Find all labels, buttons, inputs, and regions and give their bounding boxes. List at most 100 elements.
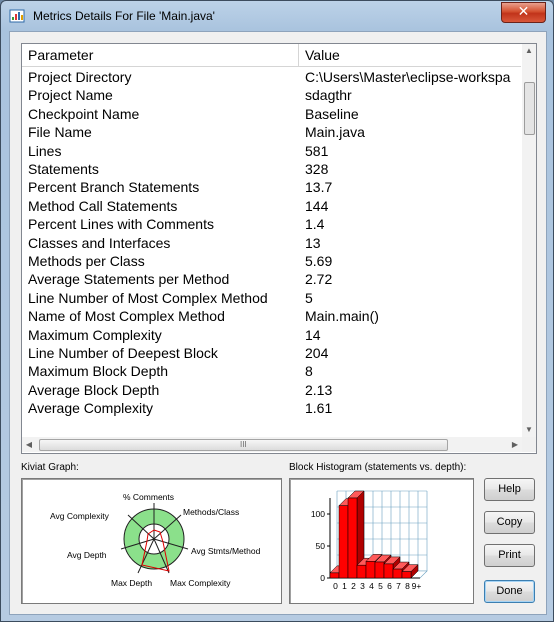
kiviat-graph-label: Kiviat Graph: [21, 462, 79, 473]
table-row[interactable]: Name of Most Complex Method Main.main() [22, 307, 521, 325]
value-cell: 1.4 [305, 216, 325, 233]
bar [338, 505, 349, 579]
y-tick-label: 0 [320, 573, 325, 583]
table-row[interactable]: Maximum Block Depth 8 [22, 362, 521, 380]
value-cell: 1.61 [305, 400, 333, 417]
block-histogram-label: Block Histogram (statements vs. depth): [289, 462, 467, 473]
print-button[interactable]: Print [484, 544, 535, 567]
horizontal-scroll-thumb[interactable]: III [39, 439, 448, 451]
x-tick-label: 3 [360, 581, 365, 591]
table-row[interactable]: Project Directory C:\Users\Master\eclipse… [22, 68, 521, 86]
axis-label-avg-depth: Avg Depth [67, 550, 107, 560]
table-row[interactable]: Statements 328 [22, 160, 521, 178]
table-row[interactable]: Average Complexity 1.61 [22, 399, 521, 417]
scroll-up-icon[interactable]: ▲ [522, 44, 536, 58]
app-icon [9, 9, 25, 23]
table-row[interactable]: File Name Main.java [22, 123, 521, 141]
parameter-cell: Average Complexity [28, 400, 154, 417]
table-row[interactable]: Methods per Class 5.69 [22, 252, 521, 270]
parameter-cell: File Name [28, 124, 92, 141]
value-cell: 2.13 [305, 381, 333, 398]
parameter-cell: Name of Most Complex Method [28, 308, 225, 325]
column-header-parameter[interactable]: Parameter [22, 44, 299, 66]
value-cell: 13 [305, 234, 321, 251]
value-cell: 8 [305, 363, 313, 380]
metrics-table: Parameter Value Project Directory C:\User… [21, 43, 537, 454]
axis-label-max-depth: Max Depth [111, 578, 153, 588]
table-row[interactable]: Percent Branch Statements 13.7 [22, 178, 521, 196]
close-button[interactable]: ✕ [501, 2, 546, 23]
x-tick-label: 1 [342, 581, 347, 591]
scroll-right-icon[interactable]: ▶ [508, 437, 522, 452]
x-tick-label: 5 [378, 581, 383, 591]
parameter-cell: Percent Branch Statements [28, 179, 200, 196]
column-header-value[interactable]: Value [299, 44, 521, 66]
x-tick-label: 9+ [412, 581, 422, 591]
value-cell: 2.72 [305, 271, 333, 288]
done-button[interactable]: Done [484, 580, 535, 603]
scroll-down-icon[interactable]: ▼ [522, 423, 536, 437]
axis-label-avg-complexity: Avg Complexity [50, 511, 109, 521]
parameter-cell: Classes and Interfaces [28, 234, 171, 251]
value-cell: Main.main() [305, 308, 379, 325]
parameter-cell: Percent Lines with Comments [28, 216, 214, 233]
value-cell: 14 [305, 326, 321, 343]
table-header: Parameter Value [22, 44, 521, 67]
bar [365, 561, 376, 579]
table-row[interactable]: Average Block Depth 2.13 [22, 381, 521, 399]
table-row[interactable]: Method Call Statements 144 [22, 197, 521, 215]
window-title: Metrics Details For File 'Main.java' [33, 9, 215, 23]
table-row[interactable]: Average Statements per Method 2.72 [22, 270, 521, 288]
axis-label-avg-stmts-per-method: Avg Stmts/Method [191, 546, 261, 556]
parameter-cell: Average Block Depth [28, 381, 160, 398]
block-histogram: 100 50 0 0 1 2 3 4 5 6 7 8 9+ [289, 478, 474, 604]
value-cell: 204 [305, 345, 329, 361]
table-row[interactable]: Line Number of Most Complex Method 5 [22, 289, 521, 307]
value-cell: 581 [305, 142, 329, 159]
parameter-cell: Line Number of Most Complex Method [28, 289, 268, 306]
value-cell: 144 [305, 197, 329, 214]
x-tick-label: 4 [369, 581, 374, 591]
parameter-cell: Line Number of Deepest Block [28, 345, 218, 361]
table-row[interactable]: Line Number of Deepest Block 204 [22, 344, 521, 362]
value-cell: C:\Users\Master\eclipse-workspa [305, 69, 511, 85]
axis-label-max-complexity: Max Complexity [170, 578, 231, 588]
kiviat-graph: % Comments Methods/Class Avg Stmts/Metho… [21, 478, 282, 604]
vertical-scroll-thumb[interactable] [524, 82, 535, 135]
y-tick-label: 50 [316, 541, 326, 551]
value-cell: sdagthr [305, 87, 352, 104]
parameter-cell: Project Directory [28, 69, 132, 85]
value-cell: 13.7 [305, 179, 333, 196]
block-histogram-svg: 1005000 1 2 3 4 5 6 7 8 9+ [311, 490, 428, 591]
bar [383, 563, 394, 579]
y-tick-label: 100 [311, 509, 325, 519]
x-tick-label: 2 [351, 581, 356, 591]
table-row[interactable]: Percent Lines with Comments 1.4 [22, 215, 521, 233]
axis-label-methods-per-class: Methods/Class [183, 507, 240, 517]
x-tick-label: 0 [333, 581, 338, 591]
table-row[interactable]: Lines 581 [22, 142, 521, 160]
table-row[interactable]: Project Name sdagthr [22, 86, 521, 104]
table-row[interactable]: Classes and Interfaces 13 [22, 234, 521, 252]
table-row[interactable]: Checkpoint Name Baseline [22, 105, 521, 123]
horizontal-scrollbar[interactable]: ◀ III ▶ [22, 437, 522, 452]
x-tick-label: 7 [396, 581, 401, 591]
parameter-cell: Method Call Statements [28, 197, 178, 214]
parameter-cell: Checkpoint Name [28, 105, 140, 122]
bar [401, 571, 412, 579]
table-row[interactable]: Maximum Complexity 14 [22, 326, 521, 344]
x-tick-label: 6 [387, 581, 392, 591]
scroll-corner [522, 437, 536, 452]
help-button[interactable]: Help [484, 478, 535, 501]
bar [356, 564, 367, 579]
dialog-client-area: Parameter Value Project Directory C:\User… [9, 31, 547, 615]
value-cell: 5.69 [305, 253, 333, 269]
parameter-cell: Maximum Block Depth [28, 363, 169, 380]
vertical-scrollbar[interactable]: ▲ ▼ [522, 44, 536, 437]
title-bar[interactable]: Metrics Details For File 'Main.java' ✕ [1, 1, 553, 31]
scroll-left-icon[interactable]: ◀ [22, 437, 36, 452]
value-cell: Main.java [305, 124, 365, 141]
bar [392, 568, 403, 579]
bar [329, 572, 340, 579]
copy-button[interactable]: Copy [484, 511, 535, 534]
